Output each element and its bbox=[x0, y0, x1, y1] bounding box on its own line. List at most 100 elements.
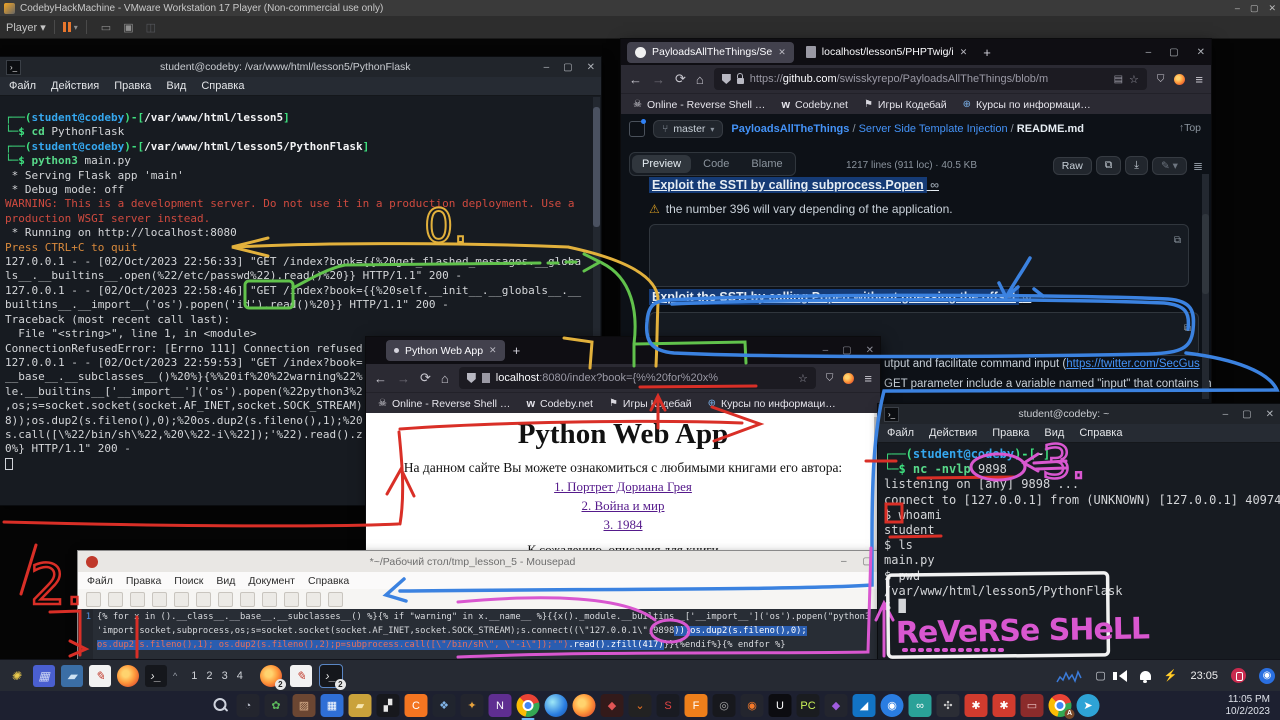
app-urlbar[interactable]: localhost:8080/index?book={%%20for%20x% … bbox=[459, 367, 816, 389]
bookmark-courses[interactable]: ⊕Курсы по информаци… bbox=[708, 398, 836, 410]
menu-actions[interactable]: Действия bbox=[51, 80, 99, 92]
kali-clock[interactable]: 23:05 bbox=[1190, 670, 1218, 682]
chrome-profile-icon[interactable]: A bbox=[1049, 694, 1072, 717]
terminal1-close-button[interactable]: ✕ bbox=[587, 62, 595, 73]
tab-close-icon[interactable]: ✕ bbox=[489, 345, 497, 356]
file-manager-icon[interactable]: ▰ bbox=[61, 665, 83, 687]
recorder-icon[interactable]: ◎ bbox=[713, 694, 736, 717]
bookmark-reverse-shell[interactable]: ☠Online - Reverse Shell … bbox=[378, 398, 510, 410]
menu-help[interactable]: Справка bbox=[201, 80, 244, 92]
cut-icon[interactable] bbox=[240, 592, 255, 607]
edge-icon[interactable] bbox=[545, 694, 568, 717]
ssti-heading-subprocess[interactable]: Exploit the SSTI by calling subprocess.P… bbox=[649, 178, 939, 192]
menu-file[interactable]: Файл bbox=[87, 575, 113, 587]
whisker-menu-icon[interactable]: ✺ bbox=[5, 665, 27, 687]
ssti-heading-popen[interactable]: Exploit the SSTI by calling Popen withou… bbox=[649, 290, 1031, 304]
loom-icon[interactable]: ∞ bbox=[909, 694, 932, 717]
gear-red-2-icon[interactable]: ✱ bbox=[993, 694, 1016, 717]
photos-icon[interactable]: ▨ bbox=[293, 694, 316, 717]
crunchyroll-icon[interactable]: C bbox=[405, 694, 428, 717]
new-tab-button[interactable]: + bbox=[983, 45, 991, 60]
mousepad-minimize-button[interactable]: – bbox=[841, 556, 847, 567]
open-file-icon[interactable] bbox=[108, 592, 123, 607]
fdroid-icon[interactable]: F bbox=[685, 694, 708, 717]
cpu-graph-icon[interactable] bbox=[1056, 668, 1082, 684]
sidebar-toggle-icon[interactable] bbox=[629, 121, 645, 137]
outline-icon[interactable]: ≣ bbox=[1193, 159, 1203, 173]
terminal2-titlebar[interactable]: ›_ student@codeby: ~ – ▢ ✕ bbox=[878, 404, 1280, 424]
back-icon[interactable]: ← bbox=[374, 371, 387, 386]
copy-raw-icon[interactable]: ⧉ bbox=[1096, 156, 1122, 175]
firefox-icon[interactable] bbox=[117, 665, 139, 687]
file-explorer-icon[interactable]: ▰ bbox=[349, 694, 372, 717]
home-icon[interactable]: ⌂ bbox=[696, 72, 704, 87]
reload-icon[interactable]: ⟳ bbox=[420, 370, 431, 386]
workspace-switcher[interactable]: 1 2 3 4 bbox=[191, 670, 246, 682]
tab-python-web-app[interactable]: Python Web App✕ bbox=[386, 340, 505, 361]
book-link-2[interactable]: 2. Война и мир bbox=[366, 498, 880, 514]
bookmark-courses[interactable]: ⊕Курсы по информаци… bbox=[963, 99, 1091, 111]
windows-clock[interactable]: 11:05 PM 10/2/2023 bbox=[1226, 694, 1271, 718]
mousepad-maximize-button[interactable]: ▢ bbox=[863, 556, 872, 567]
tab-localhost-phptwig[interactable]: localhost/lesson5/PHPTwig/i✕ bbox=[798, 42, 975, 63]
copy-code-icon[interactable]: ⧉ bbox=[1174, 231, 1181, 250]
unreal-icon[interactable]: U bbox=[769, 694, 792, 717]
tab-payloadsallthethings[interactable]: PayloadsAllTheThings/Se✕ bbox=[627, 42, 794, 63]
suspend-dropdown[interactable]: ▾ bbox=[74, 23, 78, 32]
menu-document[interactable]: Документ bbox=[248, 575, 295, 587]
window-preview-icon[interactable]: ▢ bbox=[1095, 669, 1105, 682]
menu-edit[interactable]: Правка bbox=[114, 80, 151, 92]
twitter-link[interactable]: https://twitter.com/SecGus bbox=[1066, 358, 1200, 370]
telegram-icon[interactable]: ➤ bbox=[1077, 694, 1100, 717]
notifications-bell-icon[interactable] bbox=[1140, 671, 1151, 680]
vmware-icon[interactable]: ❖ bbox=[433, 694, 456, 717]
mousepad-titlebar[interactable]: *~/Рабочий стол/tmp_lesson_5 - Mousepad … bbox=[78, 551, 880, 572]
terminal-icon[interactable]: ›_ bbox=[145, 665, 167, 687]
bookmark-star-icon[interactable]: ☆ bbox=[798, 372, 808, 385]
menu-help[interactable]: Справка bbox=[1079, 427, 1122, 439]
undo-icon[interactable] bbox=[196, 592, 211, 607]
edit-icon[interactable]: ✎ ▾ bbox=[1152, 157, 1187, 175]
redo-icon[interactable] bbox=[218, 592, 233, 607]
shield-icon[interactable] bbox=[467, 373, 476, 383]
download-icon[interactable]: ⤓ bbox=[1125, 156, 1148, 175]
mousepad-icon[interactable]: ✎ bbox=[89, 665, 111, 687]
mousepad-window-icon[interactable]: ✎ bbox=[290, 665, 312, 687]
github-scrollbar[interactable] bbox=[1202, 174, 1209, 399]
replace-icon[interactable] bbox=[328, 592, 343, 607]
code-block-subprocess[interactable]: {{''.__class__.mro()[1].__subclasses__()… bbox=[649, 224, 1189, 287]
new-tab-button[interactable]: + bbox=[513, 343, 521, 358]
pycharm-icon[interactable]: PC bbox=[797, 694, 820, 717]
vmware-close-button[interactable]: ✕ bbox=[1268, 3, 1276, 14]
pocket-icon[interactable]: ⛉ bbox=[1157, 74, 1165, 85]
forward-icon[interactable]: → bbox=[652, 72, 665, 87]
firefox-account-icon[interactable] bbox=[843, 373, 854, 384]
firefox-icon[interactable] bbox=[573, 694, 596, 717]
breadcrumb-repo[interactable]: PayloadsAllTheThings bbox=[731, 123, 849, 135]
close-doc-icon[interactable] bbox=[174, 592, 189, 607]
fullscreen-icon[interactable]: ▣ bbox=[123, 21, 133, 34]
menu-view[interactable]: Вид bbox=[1044, 427, 1064, 439]
branch-selector[interactable]: ⑂master▾ bbox=[653, 120, 723, 138]
app-window-close[interactable]: ✕ bbox=[866, 345, 874, 356]
crane-icon[interactable]: ✣ bbox=[937, 694, 960, 717]
menu-file[interactable]: Файл bbox=[887, 427, 914, 439]
bookmark-codeby[interactable]: wCodeby.net bbox=[526, 398, 593, 410]
reload-icon[interactable]: ⟳ bbox=[675, 71, 686, 87]
book-link-1[interactable]: 1. Портрет Дориана Грея bbox=[366, 479, 880, 495]
puzzle-icon[interactable]: ✦ bbox=[461, 694, 484, 717]
calendar-icon[interactable]: ▦ bbox=[321, 694, 344, 717]
menu-view[interactable]: Вид bbox=[166, 80, 186, 92]
terminal2-maximize-button[interactable]: ▢ bbox=[1242, 409, 1251, 420]
shazam-icon[interactable]: S bbox=[657, 694, 680, 717]
reader-icon[interactable]: ▤ bbox=[1114, 74, 1123, 85]
terminal1-titlebar[interactable]: ›_ student@codeby: /var/www/html/lesson5… bbox=[0, 57, 601, 77]
app-window-minimize[interactable]: – bbox=[823, 345, 829, 356]
onenote-icon[interactable]: N bbox=[489, 694, 512, 717]
back-to-top-link[interactable]: ↑ Top bbox=[1179, 122, 1201, 134]
tab-blame[interactable]: Blame bbox=[741, 155, 792, 173]
search-icon[interactable] bbox=[209, 694, 232, 717]
home-icon[interactable]: ⌂ bbox=[441, 371, 449, 386]
paste-icon[interactable] bbox=[284, 592, 299, 607]
pocket-icon[interactable]: ⛉ bbox=[826, 373, 834, 384]
